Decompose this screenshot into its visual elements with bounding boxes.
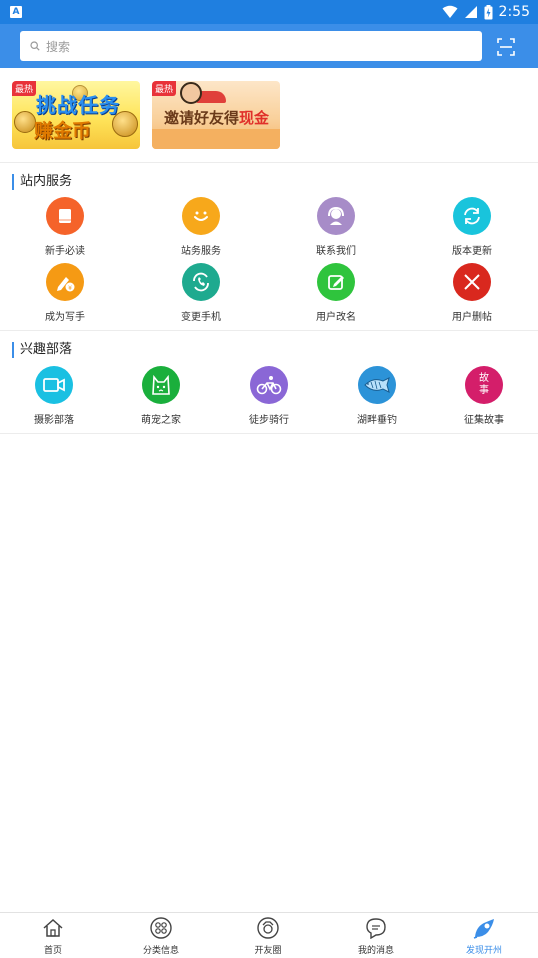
phone-swap-icon: [182, 263, 220, 301]
discover-icon: [473, 919, 494, 939]
tab-discover[interactable]: 发现开州: [439, 917, 529, 956]
bottom-tab-bar: 首页 分类信息 开友圈 我的消息 发现开州: [0, 912, 538, 958]
section-title: 站内服务: [12, 174, 72, 190]
close-icon: [453, 263, 491, 301]
headset-icon: [317, 197, 355, 235]
book-icon: [46, 197, 84, 235]
tribe-item[interactable]: 故事 征集故事: [434, 366, 534, 426]
tribe-item[interactable]: 摄影部落: [4, 366, 104, 426]
service-item[interactable]: 版本更新: [422, 197, 522, 257]
refresh-icon: [453, 197, 491, 235]
tab-home[interactable]: 首页: [8, 917, 98, 956]
banner-title: 挑战任务: [36, 93, 120, 117]
status-bar: A 2:55: [0, 0, 538, 24]
banner-text: 邀请好友得现金: [164, 109, 270, 127]
search-input[interactable]: 搜索: [20, 31, 482, 61]
svg-text:¥: ¥: [68, 285, 72, 292]
tab-messages[interactable]: 我的消息: [331, 917, 421, 956]
service-item[interactable]: 联系我们: [286, 197, 386, 257]
banner-challenge-task[interactable]: 挑战任务 赚金币 最热: [12, 81, 140, 149]
smiley-icon: [182, 197, 220, 235]
hot-badge: 最热: [12, 81, 37, 96]
notification-a-icon: A: [10, 6, 22, 18]
fish-icon: [358, 366, 396, 404]
wifi-icon: [442, 5, 458, 18]
service-item[interactable]: 用户改名: [286, 263, 386, 323]
service-item[interactable]: 站务服务: [151, 197, 251, 257]
story-icon-text: 故事: [479, 373, 489, 396]
service-item[interactable]: 变更手机: [151, 263, 251, 323]
signal-icon: [464, 6, 477, 18]
tribe-item[interactable]: 萌宠之家: [111, 366, 211, 426]
service-item[interactable]: 新手必读: [15, 197, 115, 257]
battery-charging-icon: [484, 4, 493, 19]
tab-category[interactable]: 分类信息: [116, 917, 206, 956]
station-services-section: 站内服务 新手必读 站务服务 联系我们 版本更新 ¥ 成为写手 变更手机 用户改…: [0, 163, 538, 331]
banner-stripe: [152, 129, 280, 149]
character-icon: [180, 82, 202, 104]
clock: 2:55: [498, 4, 530, 20]
tribe-item[interactable]: 徒步骑行: [219, 366, 319, 426]
coin-icon: [14, 111, 36, 133]
story-icon: 故事: [465, 366, 503, 404]
home-icon: [43, 918, 63, 937]
message-icon: [366, 918, 386, 939]
section-title: 兴趣部落: [12, 342, 72, 358]
edit-icon: [317, 263, 355, 301]
tab-friend-circle[interactable]: 开友圈: [223, 917, 313, 956]
camera-circle-icon: [257, 917, 279, 939]
interest-tribes-section: 兴趣部落 摄影部落 萌宠之家 徒步骑行 湖畔垂钓 故事 征集故事: [0, 331, 538, 434]
pet-icon: [142, 366, 180, 404]
category-icon: [150, 917, 172, 939]
bicycle-icon: [250, 366, 288, 404]
service-item[interactable]: 用户删帖: [422, 263, 522, 323]
tribe-item[interactable]: 湖畔垂钓: [327, 366, 427, 426]
video-camera-icon: [35, 366, 73, 404]
search-icon: [30, 41, 40, 51]
service-item[interactable]: ¥ 成为写手: [15, 263, 115, 323]
top-header: 搜索: [0, 24, 538, 68]
scan-icon[interactable]: [497, 38, 515, 56]
search-placeholder: 搜索: [46, 39, 71, 54]
banner-highlight: 现金: [239, 109, 270, 127]
hot-badge: 最热: [152, 81, 177, 96]
banner-subtitle: 赚金币: [34, 120, 92, 142]
pen-coin-icon: ¥: [46, 263, 84, 301]
promo-banners: 挑战任务 赚金币 最热 邀请好友得现金 最热: [0, 68, 538, 163]
banner-invite-friends[interactable]: 邀请好友得现金 最热: [152, 81, 280, 149]
